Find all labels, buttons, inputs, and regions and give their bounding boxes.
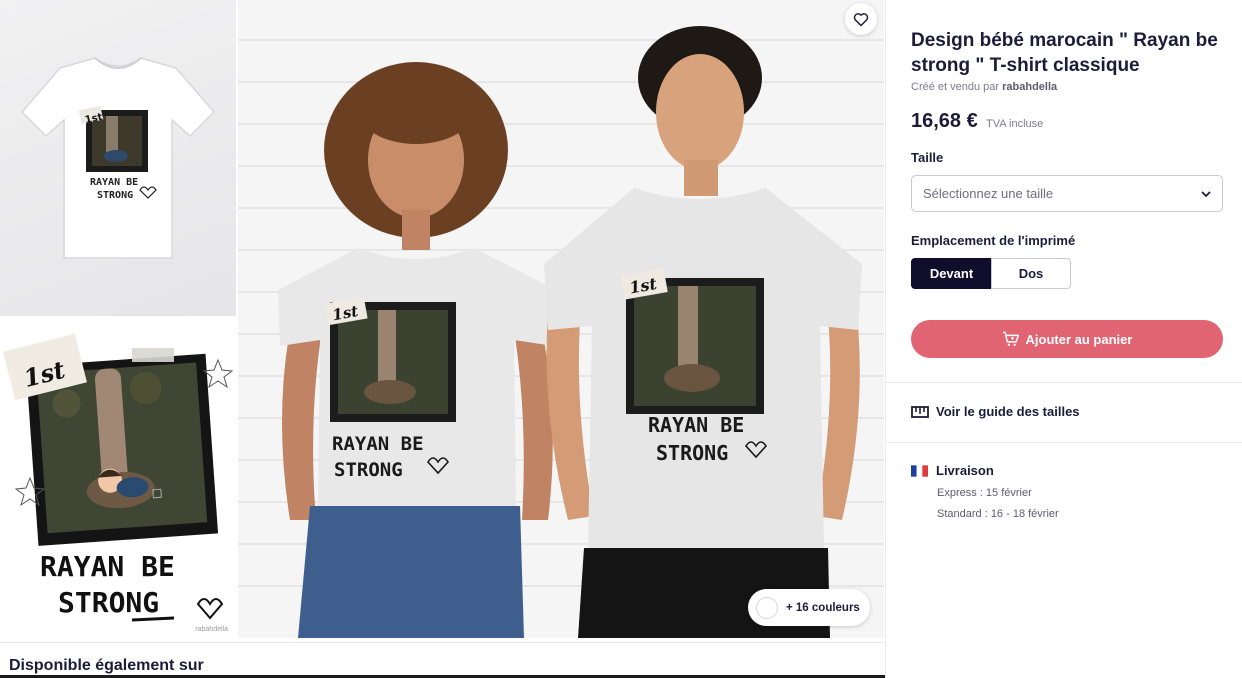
divider — [886, 382, 1242, 383]
design-text-line1: RAYAN BE — [648, 413, 744, 437]
main-product-image[interactable]: 1st RAYAN BE STRONG 1st RAYAN BE STRONG — [238, 0, 884, 638]
ruler-icon — [911, 405, 929, 418]
product-title: Design bébé marocain " Rayan be strong "… — [911, 30, 1218, 76]
tshirt-flat-image: 1st RAYAN BE STRONG — [20, 57, 216, 259]
design-text-line1: RAYAN BE — [90, 177, 138, 188]
design-text-line2: STRONG — [656, 441, 728, 465]
print-back-option[interactable]: Dos — [991, 258, 1071, 289]
models-photo: 1st RAYAN BE STRONG 1st RAYAN BE STRONG — [238, 0, 884, 638]
design-artwork-image: 1st RAYAN BE STRONG — [3, 333, 234, 622]
print-location-label: Emplacement de l'imprimé — [911, 233, 1076, 248]
print-front-option[interactable]: Devant — [911, 258, 992, 289]
size-select-placeholder: Sélectionnez une taille — [923, 186, 1054, 201]
creator-prefix: Créé et vendu par — [911, 81, 1000, 93]
thumbnail-design[interactable]: 1st RAYAN BE STRONG rabahdella — [0, 320, 236, 638]
add-to-cart-label: Ajouter au panier — [1025, 331, 1133, 347]
heart-icon — [853, 12, 869, 26]
france-flag-icon — [911, 464, 928, 477]
tax-note: TVA incluse — [986, 118, 1044, 130]
size-guide-label: Voir le guide des tailles — [936, 404, 1080, 419]
design-text-line2: STRONG — [58, 586, 159, 619]
chevron-down-icon — [1201, 191, 1211, 197]
creator-link[interactable]: rabahdella — [1002, 81, 1057, 93]
thumbnail-tshirt[interactable]: 1st RAYAN BE STRONG — [0, 0, 236, 316]
also-available-title: Disponible également sur — [9, 657, 204, 674]
design-text-line1: RAYAN BE — [332, 433, 424, 455]
design-text-line2: STRONG — [97, 190, 133, 201]
more-colors-label: + 16 couleurs — [786, 601, 860, 614]
delivery-heading: Livraison — [911, 463, 994, 478]
design-text-line2: STRONG — [334, 459, 403, 481]
size-select[interactable]: Sélectionnez une taille — [911, 175, 1223, 212]
size-guide-link[interactable]: Voir le guide des tailles — [911, 404, 1080, 419]
also-available-section: Disponible également sur — [0, 642, 884, 678]
more-colors-button[interactable]: + 16 couleurs — [748, 589, 870, 626]
standard-delivery: Standard : 16 - 18 février — [937, 508, 1059, 520]
creator-line: Créé et vendu par rabahdella — [911, 81, 1057, 93]
cart-plus-icon — [1002, 331, 1019, 346]
size-label: Taille — [911, 150, 944, 165]
color-swatch — [756, 596, 778, 619]
product-price: 16,68 € — [911, 110, 978, 132]
express-delivery: Express : 15 février — [937, 487, 1032, 499]
divider — [886, 442, 1242, 443]
design-text-line1: RAYAN BE — [40, 550, 175, 583]
delivery-label: Livraison — [936, 463, 994, 478]
product-details-panel: Design bébé marocain " Rayan be strong "… — [885, 0, 1242, 678]
favorite-button[interactable] — [845, 3, 877, 35]
thumb-credit: rabahdella — [195, 626, 228, 633]
add-to-cart-button[interactable]: Ajouter au panier — [911, 320, 1223, 358]
